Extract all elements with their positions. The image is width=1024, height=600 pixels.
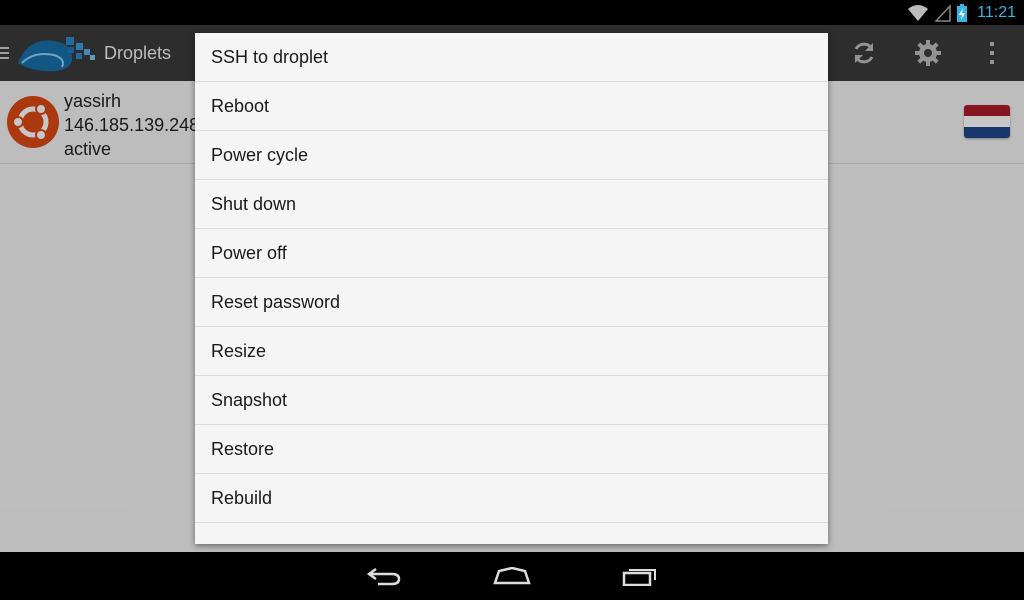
menu-item-restore[interactable]: Restore: [195, 425, 828, 474]
menu-item-rebuild[interactable]: Rebuild: [195, 474, 828, 523]
menu-item-power-off[interactable]: Power off: [195, 229, 828, 278]
status-bar: 11:21: [0, 0, 1024, 25]
menu-item-resize[interactable]: Resize: [195, 327, 828, 376]
back-icon[interactable]: [352, 552, 416, 600]
menu-item-shut-down[interactable]: Shut down: [195, 180, 828, 229]
menu-item-power-cycle[interactable]: Power cycle: [195, 131, 828, 180]
wifi-icon: [907, 4, 929, 22]
signal-icon: [935, 3, 951, 22]
menu-item-snapshot[interactable]: Snapshot: [195, 376, 828, 425]
menu-item-ssh[interactable]: SSH to droplet: [195, 33, 828, 82]
menu-item-partial[interactable]: [195, 523, 828, 544]
menu-item-reboot[interactable]: Reboot: [195, 82, 828, 131]
recent-apps-icon[interactable]: [608, 552, 672, 600]
droplet-actions-dialog: SSH to droplet Reboot Power cycle Shut d…: [195, 33, 828, 544]
navigation-bar: [0, 552, 1024, 600]
menu-item-reset-password[interactable]: Reset password: [195, 278, 828, 327]
battery-charging-icon: [957, 3, 968, 22]
home-icon[interactable]: [480, 552, 544, 600]
status-time: 11:21: [977, 3, 1016, 21]
